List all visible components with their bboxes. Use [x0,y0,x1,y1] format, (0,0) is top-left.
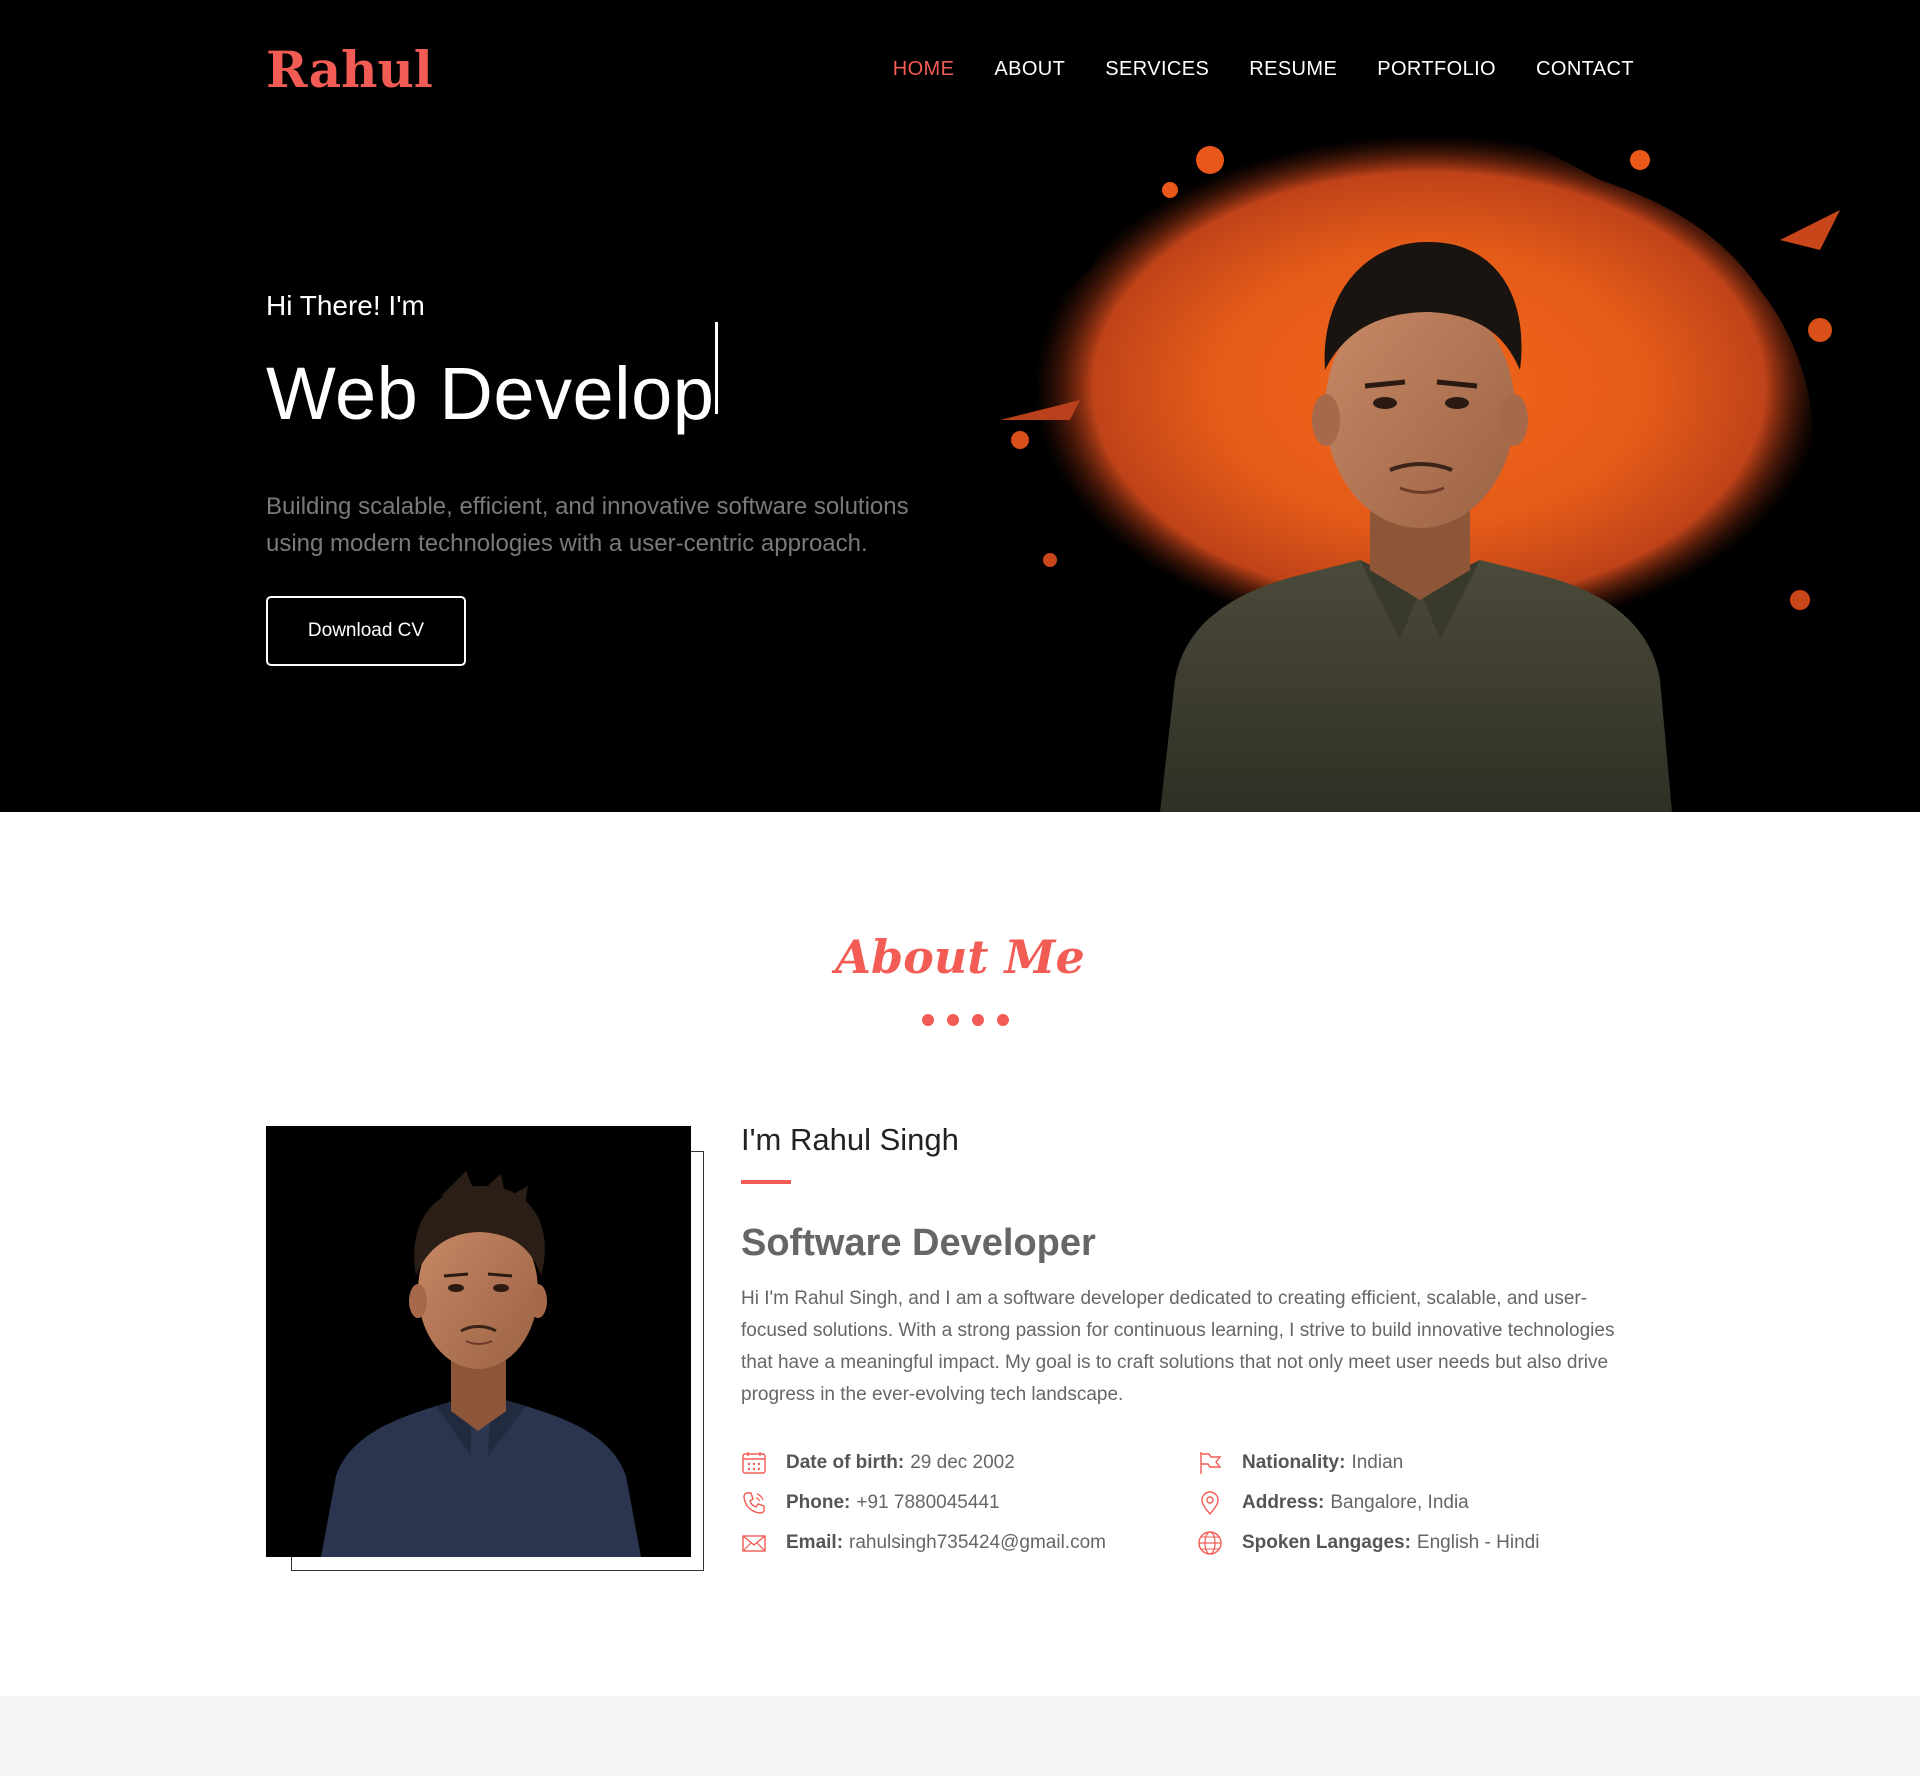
dot [972,1014,984,1026]
about-content: I'm Rahul Singh Software Developer Hi I'… [741,1122,1631,1411]
info-label: Spoken Langages: [1242,1532,1411,1553]
info-email: Email: rahulsingh735424@gmail.com [741,1528,1106,1558]
info-label: Phone: [786,1492,851,1513]
nav-about[interactable]: ABOUT [994,58,1065,81]
info-label: Email: [786,1532,844,1553]
location-pin-icon [1201,1491,1219,1516]
info-value[interactable]: +91 7880045441 [856,1492,999,1514]
dot [922,1014,934,1026]
info-value: English - Hindi [1416,1532,1540,1553]
info-value: Indian [1351,1452,1404,1473]
info-phone: Phone: +91 7880045441 [741,1488,1000,1518]
dot [947,1014,959,1026]
download-cv-button[interactable]: Download CV [266,596,466,666]
info-label: Address: [1242,1492,1325,1513]
hero-text-block: Hi There! I'm Web Develop Building scala… [266,290,966,666]
nav-home[interactable]: HOME [893,58,955,81]
info-value: 29 dec 2002 [910,1452,1015,1473]
info-date-of-birth: Date of birth: 29 dec 2002 [741,1448,1015,1478]
calendar-icon [742,1452,766,1474]
typed-headline-wrap: Web Develop [266,322,966,440]
hero-section: Rahul HOME ABOUT SERVICES RESUME PORTFOL… [0,0,1920,812]
typed-headline: Web Develop [266,352,715,435]
nav-contact[interactable]: CONTACT [1536,58,1634,81]
top-navbar: Rahul HOME ABOUT SERVICES RESUME PORTFOL… [266,36,1634,102]
hero-description: Building scalable, efficient, and innova… [266,493,909,557]
title-decoration-dots [922,1014,1009,1026]
main-menu: HOME ABOUT SERVICES RESUME PORTFOLIO CON… [853,58,1634,81]
info-label: Date of birth: [786,1452,905,1473]
about-profile-photo [266,1126,691,1557]
about-section-title: About Me [835,930,1085,984]
nav-portfolio[interactable]: PORTFOLIO [1377,58,1496,81]
hero-greeting: Hi There! I'm [266,290,425,321]
about-bio: Hi I'm Rahul Singh, and I am a software … [741,1288,1615,1405]
typing-cursor [715,322,719,414]
phone-icon [743,1492,765,1514]
heading-underline [741,1180,791,1184]
info-value[interactable]: rahulsingh735424@gmail.com [849,1532,1106,1554]
info-nationality: Nationality: Indian [1197,1448,1403,1478]
globe-icon [1198,1531,1222,1555]
info-address: Address: Bangalore, India [1197,1488,1469,1518]
hero-portrait-image [1000,134,1840,812]
site-logo[interactable]: Rahul [266,40,433,99]
info-languages: Spoken Langages: English - Hindi [1197,1528,1539,1558]
next-section-background [0,1696,1920,1776]
about-role: Software Developer [741,1222,1096,1264]
info-label: Nationality: [1242,1452,1346,1473]
profile-photo-image [266,1126,691,1557]
mail-icon [742,1535,766,1552]
info-value: Bangalore, India [1330,1492,1469,1513]
about-name-heading: I'm Rahul Singh [741,1122,959,1157]
nav-services[interactable]: SERVICES [1105,58,1209,81]
nav-resume[interactable]: RESUME [1249,58,1337,81]
flag-icon [1200,1452,1222,1474]
dot [997,1014,1009,1026]
